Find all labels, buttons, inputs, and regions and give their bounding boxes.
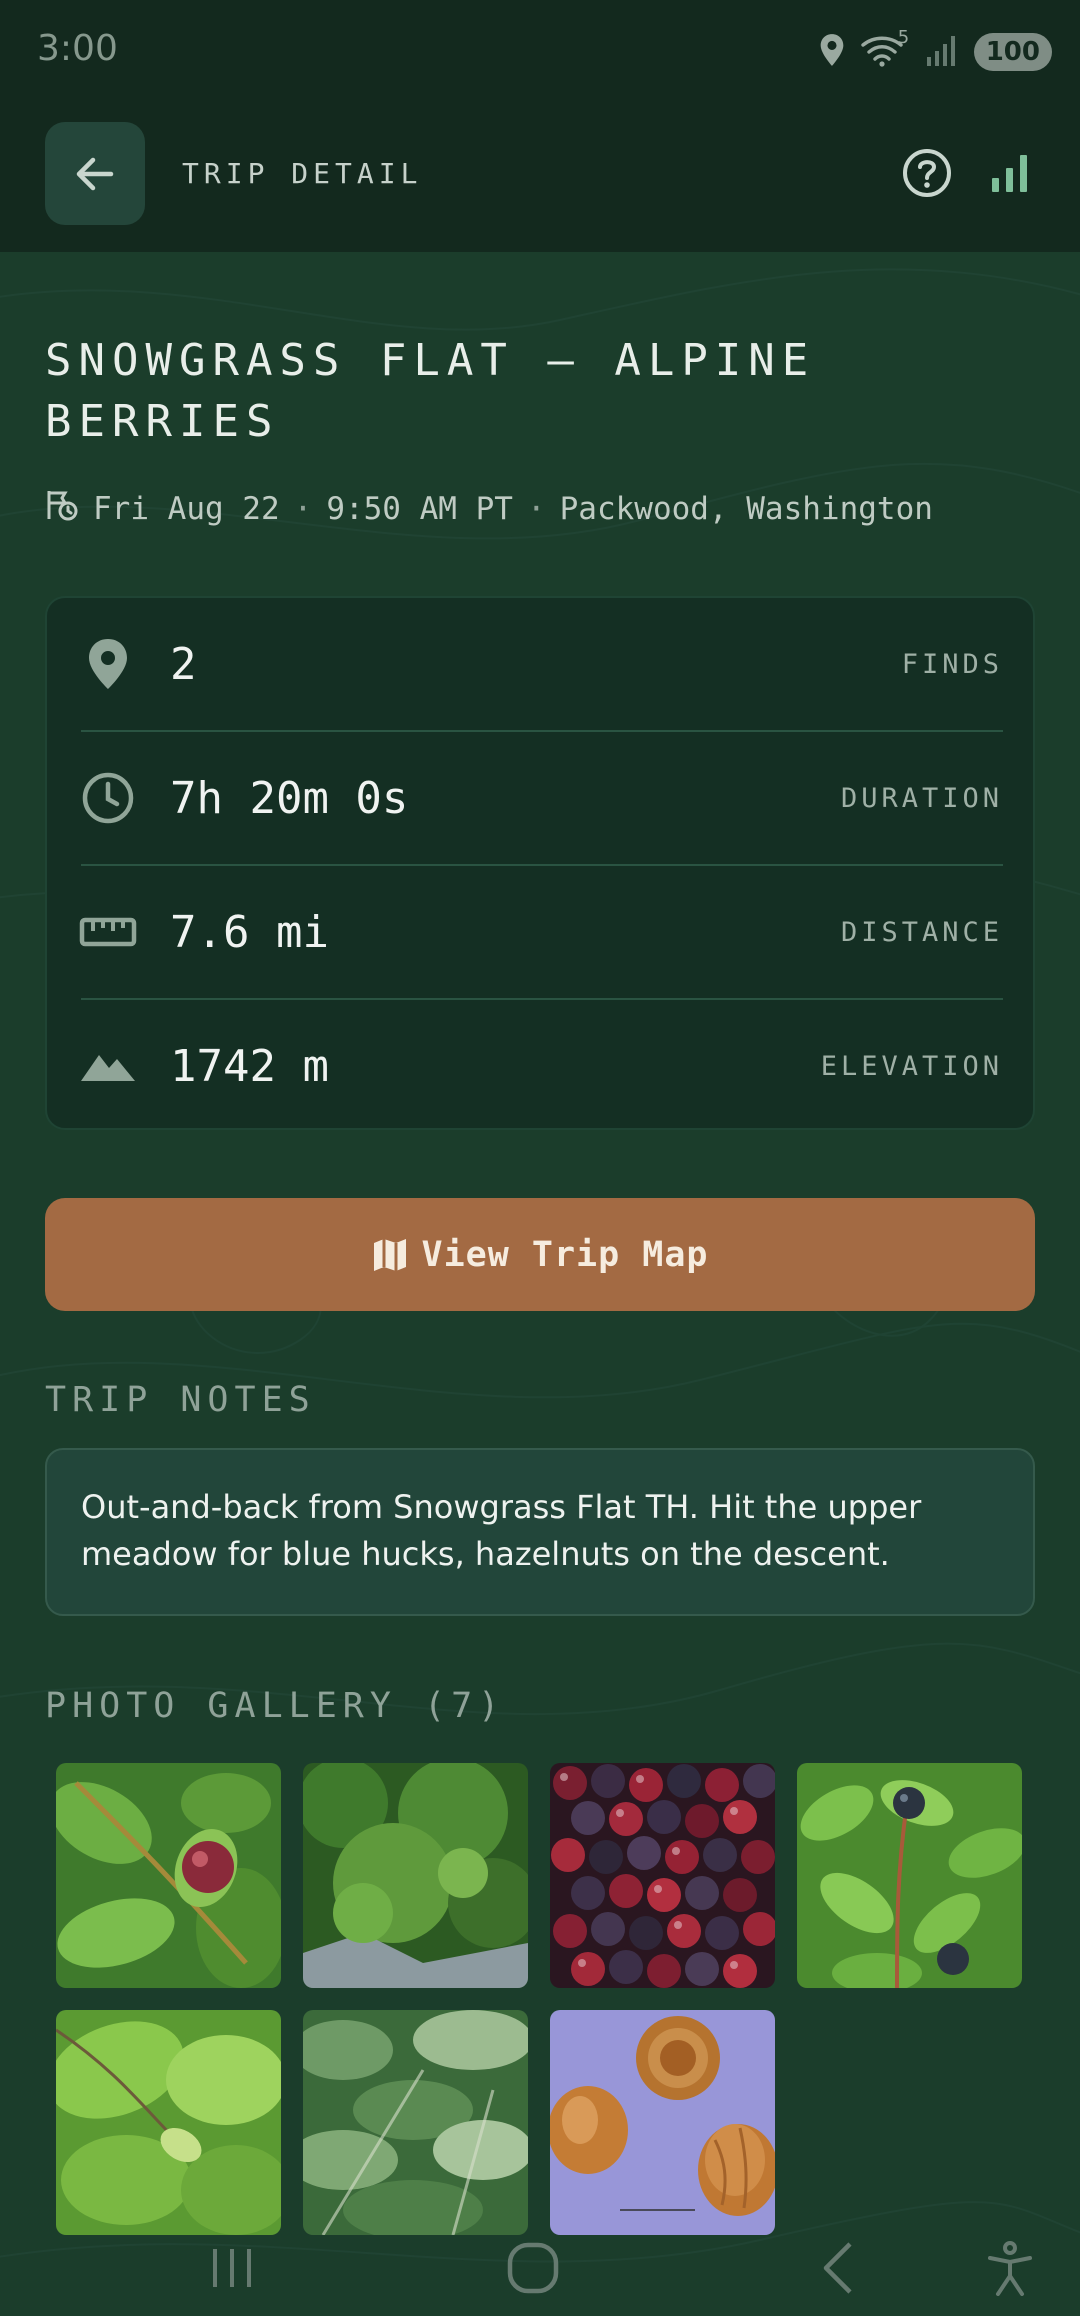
blue-huckleberry-photo[interactable] [797, 1763, 1022, 1988]
stat-label: DURATION [840, 782, 1003, 814]
map-icon [373, 1238, 406, 1271]
help-button[interactable] [897, 143, 957, 203]
wifi-status-icon: 5 [860, 27, 909, 71]
hazel-shrub-photo[interactable] [303, 2010, 528, 2235]
photo-gallery-heading: PHOTO GALLERY (7) [45, 1686, 506, 1726]
statistics-button[interactable] [980, 143, 1040, 203]
trip-location: Packwood, Washington [559, 491, 933, 527]
app-bar: TRIP DETAIL [0, 105, 1080, 252]
stat-row-elevation: 1742 m ELEVATION [81, 1000, 1003, 1132]
bar-chart-icon [992, 155, 1027, 192]
meta-separator: · [293, 491, 313, 527]
accessibility-icon [988, 2241, 1032, 2296]
status-icons: 5 100 [818, 27, 1052, 74]
hazelnut-leaves-photo[interactable] [56, 2010, 281, 2235]
home-button[interactable] [488, 2228, 578, 2308]
trip-notes-heading: TRIP NOTES [45, 1380, 316, 1420]
system-navigation-bar [0, 2226, 1080, 2316]
trip-date-icon [45, 488, 79, 530]
meta-separator: · [526, 491, 546, 527]
recent-apps-button[interactable] [187, 2228, 277, 2308]
trip-date: Fri Aug 22 [93, 491, 280, 527]
berry-on-branch-photo[interactable] [56, 1763, 281, 1988]
stat-label: FINDS [901, 648, 1003, 680]
accessibility-button[interactable] [965, 2228, 1055, 2308]
mountain-icon [78, 1036, 138, 1096]
stat-value: 2 [170, 638, 197, 690]
trip-meta: Fri Aug 22 · 9:50 AM PT · Packwood, Wash… [45, 488, 933, 530]
view-trip-map-button[interactable]: View Trip Map [45, 1198, 1035, 1311]
back-button[interactable] [45, 122, 145, 225]
ruler-icon [78, 902, 138, 962]
stat-value: 1742 m [170, 1040, 329, 1092]
view-trip-map-label: View Trip Map [421, 1234, 709, 1275]
home-icon [507, 2242, 559, 2294]
stat-row-duration: 7h 20m 0s DURATION [81, 732, 1003, 866]
trip-notes-text: Out-and-back from Snowgrass Flat TH. Hit… [81, 1488, 922, 1573]
clock-icon [78, 768, 138, 828]
screen-title: TRIP DETAIL [182, 157, 423, 190]
trip-notes-card: Out-and-back from Snowgrass Flat TH. Hit… [45, 1448, 1035, 1616]
stat-row-distance: 7.6 mi DISTANCE [78, 866, 1003, 1000]
signal-status-icon [926, 33, 960, 71]
stat-value: 7.6 mi [170, 906, 329, 958]
trip-time: 9:50 AM PT [326, 491, 513, 527]
shrub-photo[interactable] [303, 1763, 528, 1988]
hazelnuts-photo[interactable] [550, 2010, 775, 2235]
back-chevron-icon [823, 2242, 852, 2294]
berry-pile-photo[interactable] [550, 1763, 775, 1988]
stat-row-finds: 2 FINDS [81, 598, 1003, 732]
location-pin-icon [78, 634, 138, 694]
location-status-icon [818, 33, 846, 71]
trip-title: SNOWGRASS FLAT — ALPINE BERRIES [45, 335, 816, 447]
stat-label: ELEVATION [820, 1050, 1003, 1082]
status-bar: 3:00 5 100 [0, 0, 1080, 105]
wifi-badge: 5 [897, 27, 910, 48]
help-icon [903, 149, 951, 197]
photo-gallery [56, 1763, 1024, 2235]
back-nav-button[interactable] [793, 2228, 883, 2308]
stat-value: 7h 20m 0s [170, 772, 409, 824]
back-arrow-icon [76, 157, 114, 190]
status-time: 3:00 [37, 28, 118, 69]
recent-apps-icon [213, 2249, 251, 2287]
trip-stats-card: 2 FINDS 7h 20m 0s DURATION 7.6 mi DISTAN… [45, 596, 1035, 1130]
stat-label: DISTANCE [840, 916, 1003, 948]
battery-indicator: 100 [973, 33, 1052, 71]
